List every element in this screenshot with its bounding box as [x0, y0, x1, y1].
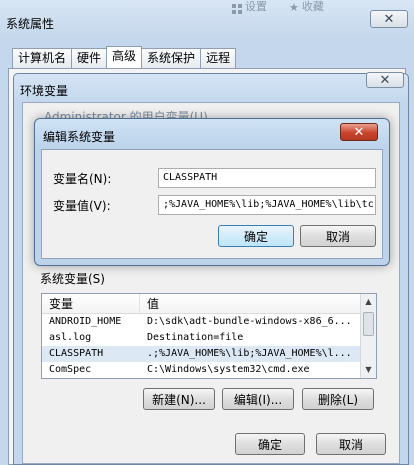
vertical-scrollbar[interactable]: ▲ ▼ — [360, 294, 376, 378]
close-icon: ✕ — [353, 124, 365, 140]
variable-value-label: 变量值(V): — [53, 199, 111, 213]
variable-name-label: 变量名(N): — [53, 172, 112, 186]
close-icon: ✕ — [379, 72, 391, 88]
system-variables-list[interactable]: 变量 值 ANDROID_HOME D:\sdk\adt-bundle-windo… — [41, 293, 377, 379]
window-title: 系统属性 — [6, 17, 55, 31]
variable-name-cell: ComSpec — [49, 364, 92, 375]
variable-value-field[interactable]: ;%JAVA_HOME%\lib;%JAVA_HOME%\lib\tc — [158, 195, 376, 215]
edit-variable-button[interactable]: 编辑(I)... — [222, 388, 294, 410]
edit-dialog-body: 变量名(N): CLASSPATH 变量值(V): ;%JAVA_HOME%\l… — [41, 149, 383, 259]
new-variable-button[interactable]: 新建(N)... — [143, 388, 215, 410]
ok-button[interactable]: 确定 — [235, 433, 305, 455]
edit-cancel-button[interactable]: 取消 — [300, 225, 376, 247]
close-button[interactable]: ✕ — [370, 10, 408, 28]
close-icon: ✕ — [383, 11, 395, 27]
variable-name-cell: asl.log — [49, 332, 92, 343]
tab-system-protection[interactable]: 系统保护 — [141, 48, 202, 68]
system-properties-window: 设置 ★ 收藏 系统属性 ✕ 计算机名 硬件 高级 系统保护 远程 环境变量 ✕… — [0, 0, 414, 465]
scroll-up-icon[interactable]: ▲ — [361, 294, 376, 310]
tab-bar: 计算机名 硬件 高级 系统保护 远程 — [12, 46, 237, 68]
star-icon: ★ — [289, 1, 299, 14]
system-variables-label-text: 系统变量(S) — [40, 272, 105, 286]
variable-name-field[interactable]: CLASSPATH — [158, 168, 376, 188]
tab-remote[interactable]: 远程 — [200, 48, 237, 68]
list-rows: ANDROID_HOME D:\sdk\adt-bundle-windows-x8… — [42, 314, 376, 378]
settings-item: 设置 — [232, 0, 267, 14]
system-variables-label: 系统变量(S) — [40, 270, 105, 287]
favorites-item: ★ 收藏 — [289, 0, 324, 14]
variable-value-cell: D:\sdk\adt-bundle-windows-x86_6... — [147, 316, 352, 327]
cancel-button[interactable]: 取消 — [316, 433, 386, 455]
scroll-thumb[interactable] — [363, 312, 374, 336]
delete-variable-button[interactable]: 删除(L) — [302, 388, 374, 410]
env-close-button[interactable]: ✕ — [366, 72, 404, 88]
variable-value-cell: .;%JAVA_HOME%\lib;%JAVA_HOME%\l... — [147, 348, 352, 359]
tab-advanced[interactable]: 高级 — [106, 46, 143, 68]
tab-computer-name[interactable]: 计算机名 — [12, 48, 73, 68]
variable-name-cell: CLASSPATH — [49, 348, 104, 359]
variable-value-cell: C:\Windows\system32\cmd.exe — [147, 364, 310, 375]
favorites-label: 收藏 — [301, 0, 324, 13]
edit-ok-button[interactable]: 确定 — [218, 225, 294, 247]
variable-name-cell: ANDROID_HOME — [49, 316, 122, 327]
column-header-variable[interactable]: 变量 — [42, 294, 140, 313]
table-row[interactable]: ANDROID_HOME D:\sdk\adt-bundle-windows-x8… — [42, 314, 376, 330]
table-row[interactable]: CLASSPATH .;%JAVA_HOME%\lib;%JAVA_HOME%\l… — [42, 346, 376, 362]
edit-system-variable-dialog: 编辑系统变量 ✕ 变量名(N): CLASSPATH 变量值(V): ;%JAV… — [34, 118, 390, 266]
edit-dialog-title: 编辑系统变量 — [43, 130, 116, 144]
settings-label: 设置 — [245, 0, 267, 13]
tab-hardware[interactable]: 硬件 — [71, 48, 108, 68]
list-header: 变量 值 — [42, 294, 376, 314]
variable-value-cell: Destination=file — [147, 332, 244, 343]
table-row[interactable]: asl.log Destination=file — [42, 330, 376, 346]
scroll-down-icon[interactable]: ▼ — [361, 362, 376, 378]
env-window-title: 环境变量 — [20, 84, 69, 98]
grid-icon — [232, 4, 242, 14]
edit-close-button[interactable]: ✕ — [340, 123, 378, 141]
column-header-value[interactable]: 值 — [140, 294, 376, 313]
background-toolbar: 设置 ★ 收藏 — [232, 0, 324, 14]
table-row[interactable]: ComSpec C:\Windows\system32\cmd.exe — [42, 362, 376, 378]
